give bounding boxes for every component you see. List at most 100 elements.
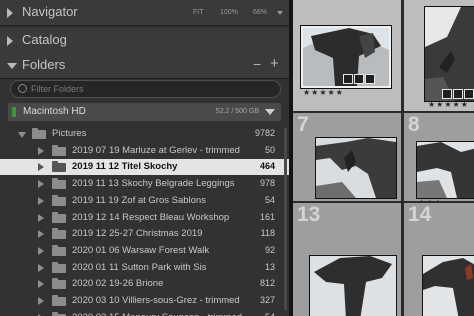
- folder-name: 2020 01 11 Sutton Park with Sis: [72, 261, 207, 273]
- chevron-down-icon[interactable]: [265, 109, 275, 115]
- grid-index-number: 14: [408, 203, 432, 226]
- folder-photo-count: 92: [264, 244, 275, 255]
- grid-cell[interactable]: ★★★★★: [293, 0, 401, 111]
- expand-triangle-icon[interactable]: [38, 213, 44, 222]
- expand-triangle-icon[interactable]: [38, 230, 44, 239]
- folder-photo-count: 978: [259, 178, 275, 189]
- expand-triangle-icon[interactable]: [38, 196, 44, 205]
- folder-photo-count: 9782: [254, 128, 275, 138]
- folder-photo-count: 118: [260, 228, 275, 239]
- folder-photo-count: 812: [259, 278, 275, 289]
- folder-row[interactable]: 2020 01 11 Sutton Park with Sis 13: [0, 260, 289, 276]
- folder-icon: [52, 211, 66, 223]
- folder-photo-count: 13: [264, 261, 275, 272]
- folder-filter-input[interactable]: [31, 82, 271, 95]
- zoom-66-option[interactable]: 66%: [253, 9, 267, 16]
- folder-icon: [52, 161, 66, 173]
- folder-row[interactable]: 2019 12 25-27 Christmas 2019 118: [0, 226, 289, 242]
- folder-name: 2020 02 19-26 Brione: [72, 278, 164, 290]
- folder-row[interactable]: 2019 11 13 Skochy Belgrade Leggings 978: [0, 176, 289, 192]
- catalog-title: Catalog: [22, 32, 67, 47]
- folder-icon: [32, 128, 46, 139]
- expand-triangle-icon[interactable]: [38, 263, 44, 272]
- expand-triangle-icon[interactable]: [38, 180, 44, 189]
- boulder-photo: [316, 138, 396, 198]
- folder-icon: [52, 295, 66, 306]
- rating-stars[interactable]: ★★★: [418, 198, 443, 201]
- navigator-title: Navigator: [22, 4, 78, 19]
- folders-title: Folders: [22, 57, 66, 72]
- folder-photo-count: 54: [264, 194, 275, 205]
- navigator-panel-header[interactable]: Navigator FIT 100% 66%: [0, 0, 289, 26]
- photo-thumbnail[interactable]: [315, 137, 397, 199]
- volume-name: Macintosh HD: [23, 106, 86, 117]
- folder-filter-field[interactable]: [10, 80, 281, 98]
- left-panel: Navigator FIT 100% 66% Catalog Folders −…: [0, 0, 289, 316]
- expand-triangle-icon[interactable]: [7, 8, 13, 18]
- folder-photo-count: 54: [265, 312, 275, 316]
- rating-stars[interactable]: ★★★★★: [428, 100, 469, 109]
- develop-badge-icon[interactable]: [464, 89, 474, 99]
- folder-name: 2020 03 10 Villiers-sous-Grez - trimmed: [72, 295, 240, 306]
- folder-row[interactable]: 2019 12 14 Respect Bleau Workshop 161: [0, 210, 289, 226]
- climber-photo: [425, 7, 474, 101]
- folder-name: 2019 11 13 Skochy Belgrade Leggings: [72, 178, 235, 190]
- grid-cell[interactable]: 7 2 ★★★★: [293, 113, 401, 201]
- develop-badge-icon[interactable]: [365, 74, 375, 84]
- thumbnail-badges: [343, 74, 375, 84]
- expand-triangle-icon[interactable]: [38, 246, 44, 255]
- folder-list-scrollbar[interactable]: [284, 128, 287, 310]
- collapse-triangle-icon[interactable]: [7, 63, 17, 69]
- folder-row[interactable]: Pictures 9782: [0, 126, 289, 142]
- drive-status-icon: [12, 107, 16, 117]
- folders-panel-header[interactable]: Folders − +: [0, 53, 289, 79]
- expand-triangle-icon[interactable]: [38, 146, 44, 155]
- climber-photo: [423, 256, 474, 316]
- zoom-dropdown-icon[interactable]: [277, 11, 283, 15]
- folder-row[interactable]: 2020 03 10 Villiers-sous-Grez - trimmed 3…: [0, 293, 289, 309]
- expand-triangle-icon[interactable]: [38, 280, 44, 289]
- zoom-100-option[interactable]: 100%: [220, 9, 238, 16]
- folder-name: 2019 12 25-27 Christmas 2019: [72, 228, 203, 240]
- grid-cell[interactable]: 8 ★★★: [404, 113, 474, 201]
- photo-thumbnail[interactable]: [424, 6, 474, 102]
- folder-photo-count: 50: [264, 144, 275, 155]
- photo-thumbnail[interactable]: [422, 255, 474, 316]
- folder-name: Pictures: [52, 128, 87, 139]
- expand-triangle-icon[interactable]: [38, 297, 44, 305]
- crop-badge-icon[interactable]: [453, 89, 463, 99]
- folder-row[interactable]: 2019 07 19 Marluze at Gerlev - trimmed 50: [0, 143, 289, 159]
- zoom-fit-option[interactable]: FIT: [193, 9, 204, 16]
- folder-name: 2019 11 19 Zof at Gros Sablons: [72, 194, 206, 206]
- photo-thumbnail[interactable]: [309, 255, 397, 316]
- grid-cell[interactable]: ★★★★★: [404, 0, 474, 111]
- folder-icon: [52, 178, 66, 190]
- folder-name: 2019 11 12 Titel Skochy: [72, 161, 178, 173]
- folder-row[interactable]: 2020 02 19-26 Brione 812: [0, 276, 289, 292]
- rating-stars[interactable]: ★★★★★: [303, 88, 344, 97]
- volume-header[interactable]: Macintosh HD 52.2 / 500 GB: [8, 103, 281, 121]
- crop-badge-icon[interactable]: [354, 74, 364, 84]
- metadata-badge-icon[interactable]: [343, 74, 353, 84]
- remove-folder-button[interactable]: −: [253, 56, 261, 72]
- photo-thumbnail[interactable]: [416, 141, 474, 199]
- catalog-panel-header[interactable]: Catalog: [0, 28, 289, 54]
- add-folder-button[interactable]: +: [270, 55, 279, 72]
- grid-index-number: 13: [297, 203, 321, 226]
- grid-cell[interactable]: 13: [293, 203, 401, 316]
- folder-row[interactable]: 2020 01 06 Warsaw Forest Walk 92: [0, 243, 289, 259]
- folder-photo-count: 161: [259, 211, 275, 222]
- folder-row[interactable]: 2020 03 15 Manoury Soupcon - trimmed 54: [0, 310, 289, 316]
- folder-row[interactable]: 2019 11 12 Titel Skochy 464: [0, 159, 289, 176]
- grid-index-number: 8: [408, 113, 420, 136]
- metadata-badge-icon[interactable]: [442, 89, 452, 99]
- photo-grid: ★★★★★ ★★★★★ 7 8 13 14: [293, 0, 474, 316]
- folder-row[interactable]: 2019 11 19 Zof at Gros Sablons 54: [0, 193, 289, 209]
- expand-triangle-icon[interactable]: [7, 36, 13, 46]
- folder-icon: [52, 228, 66, 240]
- boulder-photo: [310, 256, 396, 316]
- grid-cell[interactable]: 14: [404, 203, 474, 316]
- expand-triangle-icon[interactable]: [38, 163, 44, 172]
- boulder-photo: [417, 142, 474, 198]
- collapse-triangle-icon[interactable]: [18, 132, 26, 138]
